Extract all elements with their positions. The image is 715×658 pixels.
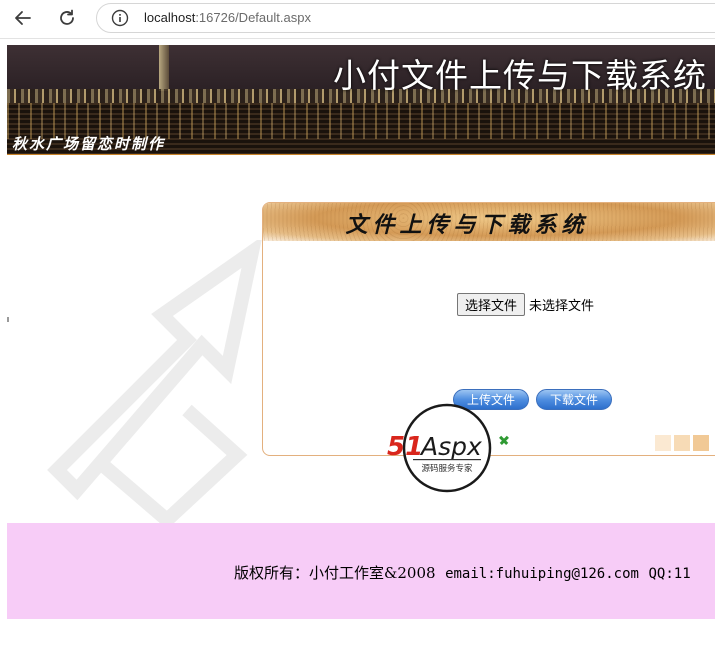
svg-text:Aspx: Aspx	[419, 432, 482, 461]
banner-underline	[7, 154, 715, 155]
left-marker	[7, 317, 9, 322]
email-text: email:fuhuiping@126.com	[445, 566, 639, 582]
banner-tower	[159, 45, 169, 91]
file-input[interactable]: 选择文件 未选择文件	[457, 292, 594, 316]
header-banner: 小付文件上传与下载系统 秋水广场留恋时制作	[7, 45, 715, 155]
copyright-text: 版权所有：小付工作室&2008	[234, 564, 436, 582]
qq-text: QQ:11	[648, 566, 691, 582]
address-bar[interactable]: localhost:16726/Default.aspx	[96, 3, 715, 33]
footer: 版权所有：小付工作室&2008 email:fuhuiping@126.com …	[7, 523, 715, 619]
deco-square	[655, 435, 671, 451]
footer-copyright: 版权所有：小付工作室&2008 email:fuhuiping@126.com …	[234, 562, 691, 583]
info-icon[interactable]	[111, 9, 129, 27]
51aspx-logo: 51 Aspx 源码服务专家	[387, 403, 509, 493]
panel-title: 文件上传与下载系统	[345, 212, 589, 238]
web-page: 小付文件上传与下载系统 秋水广场留恋时制作 文件上传与下载系统 选择文件 未选择…	[7, 45, 715, 658]
reload-icon	[60, 9, 74, 25]
download-button[interactable]: 下载文件	[536, 389, 612, 410]
site-title: 小付文件上传与下载系统	[333, 56, 707, 95]
file-status-text: 未选择文件	[529, 298, 595, 314]
svg-text:51: 51	[387, 432, 423, 462]
banner-credit: 秋水广场留恋时制作	[12, 135, 166, 153]
choose-file-button[interactable]: 选择文件	[457, 292, 526, 316]
arrow-watermark-icon	[47, 240, 262, 530]
decorative-squares	[655, 435, 709, 451]
url-host: localhost	[144, 10, 196, 25]
url-text[interactable]: localhost:16726/Default.aspx	[144, 10, 311, 25]
url-path: :16726/Default.aspx	[195, 10, 311, 25]
deco-square	[674, 435, 690, 451]
browser-toolbar: localhost:16726/Default.aspx	[0, 0, 715, 39]
arrow-left-icon	[15, 11, 31, 25]
reload-button[interactable]	[52, 4, 82, 32]
logo-tagline: 源码服务专家	[421, 463, 473, 474]
back-button[interactable]	[8, 4, 38, 32]
deco-square	[693, 435, 709, 451]
